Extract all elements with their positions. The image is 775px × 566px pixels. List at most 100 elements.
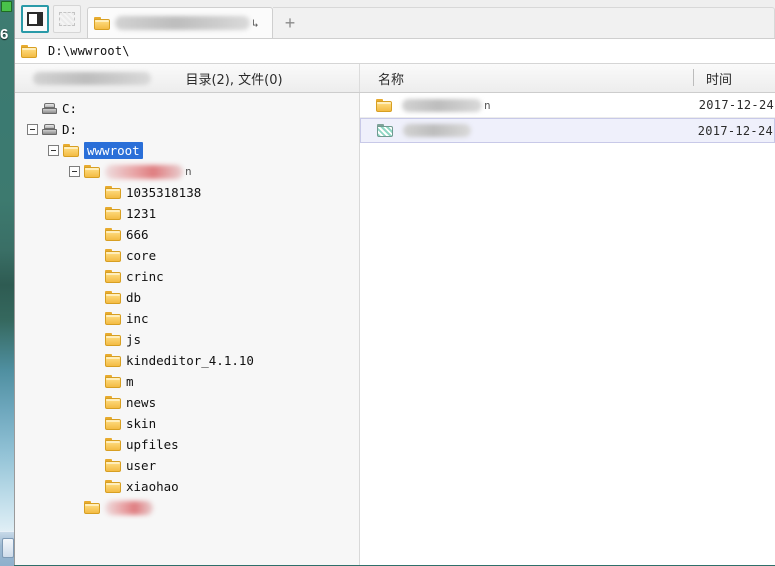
tree-item-label: kindeditor_4.1.10 <box>126 353 254 368</box>
tree-item-label: upfiles <box>126 437 179 452</box>
table-cell-time: 2017-12-24 <box>697 123 773 138</box>
desktop-icon[interactable] <box>1 1 12 12</box>
folder-icon <box>105 207 121 220</box>
folder-icon <box>84 165 100 178</box>
tree-item-label: xiaohao <box>126 479 179 494</box>
folder-icon <box>105 333 121 346</box>
file-manager-window: ↳ + D:\wwwroot\ 目录(2), 文件(0) 名称 时间 C: D: w… <box>14 0 775 565</box>
tree-header-label-redacted <box>33 71 151 85</box>
tree-item-label-redacted <box>105 500 153 515</box>
tab-label-tail: ↳ <box>252 16 259 30</box>
tree-item[interactable]: js <box>15 329 359 350</box>
secondary-pane-toggle-button[interactable] <box>53 5 81 33</box>
tab-strip-empty-area: + <box>273 7 775 38</box>
address-path-text: D:\wwwroot\ <box>48 44 130 58</box>
tree-item[interactable]: D: <box>15 119 359 140</box>
address-bar[interactable]: D:\wwwroot\ <box>15 39 775 64</box>
tree-item-label: 1035318138 <box>126 185 202 200</box>
special-folder-icon <box>377 124 393 137</box>
tree-item[interactable]: inc <box>15 308 359 329</box>
column-header-time[interactable]: 时间 <box>706 69 732 88</box>
tree-item[interactable]: C: <box>15 98 359 119</box>
tab-bar: ↳ + <box>15 0 775 39</box>
tree-item-label: m <box>126 374 134 389</box>
tree-item[interactable]: upfiles <box>15 434 359 455</box>
tree-item[interactable]: wwwroot <box>15 140 359 161</box>
tree-item[interactable]: news <box>15 392 359 413</box>
table-row[interactable]: n 2017-12-24 <box>360 93 775 118</box>
tree-item-label: 1231 <box>126 206 157 221</box>
taskbar[interactable] <box>0 531 14 566</box>
folder-icon <box>21 44 37 58</box>
folder-icon <box>105 291 121 304</box>
desktop-text-glyph: 6 <box>0 26 9 43</box>
table-cell-name-tail: n <box>484 98 491 112</box>
tree-item-label-tail: n <box>185 165 192 178</box>
split-pane-toggle-button[interactable] <box>21 5 49 33</box>
file-list-pane[interactable]: n 2017-12-24 2017-12-24 <box>360 93 775 565</box>
drive-icon <box>42 124 57 135</box>
folder-icon <box>105 354 121 367</box>
list-pane-header: 名称 时间 <box>360 64 775 92</box>
column-header-name[interactable]: 名称 <box>360 69 404 88</box>
window-body: C: D: wwwroot n 1035318138 1231 666 core crinc db… <box>15 93 775 565</box>
tree-item[interactable]: n <box>15 161 359 182</box>
table-cell-name-redacted <box>403 124 471 137</box>
collapse-icon[interactable] <box>27 124 38 135</box>
dashed-pane-icon <box>59 12 75 26</box>
tree-item[interactable]: user <box>15 455 359 476</box>
tree-pane-header: 目录(2), 文件(0) <box>15 64 360 92</box>
tree-item[interactable]: crinc <box>15 266 359 287</box>
folder-icon <box>63 144 79 157</box>
folder-icon <box>105 375 121 388</box>
tree-item[interactable]: xiaohao <box>15 476 359 497</box>
folder-icon <box>105 417 121 430</box>
taskbar-button[interactable] <box>2 538 14 558</box>
tree-item-label: C: <box>62 101 78 116</box>
folder-icon <box>376 98 392 112</box>
tree-item[interactable]: 1231 <box>15 203 359 224</box>
folder-icon <box>105 186 121 199</box>
table-cell-name: n <box>360 98 693 112</box>
folder-icon <box>105 438 121 451</box>
tree-item-label: skin <box>126 416 157 431</box>
tree-item[interactable]: kindeditor_4.1.10 <box>15 350 359 371</box>
split-pane-icon <box>27 12 43 26</box>
folder-icon <box>105 249 121 262</box>
tree-item[interactable]: 666 <box>15 224 359 245</box>
tree-item-label: inc <box>126 311 149 326</box>
folder-icon <box>105 480 121 493</box>
table-cell-time: 2017-12-24 <box>698 98 774 112</box>
collapse-icon[interactable] <box>69 166 80 177</box>
table-cell-name-redacted <box>402 98 482 112</box>
tree-item-label: 666 <box>126 227 149 242</box>
tree-item[interactable] <box>15 497 359 518</box>
column-divider[interactable] <box>693 69 694 86</box>
tree-item[interactable]: db <box>15 287 359 308</box>
tree-item-label: crinc <box>126 269 164 284</box>
directory-file-count-label: 目录(2), 文件(0) <box>185 72 283 88</box>
tab-label-redacted <box>115 16 250 30</box>
folder-icon <box>105 312 121 325</box>
tree-item[interactable]: m <box>15 371 359 392</box>
tree-item-label: D: <box>62 122 78 137</box>
tree-item-label: news <box>126 395 157 410</box>
new-tab-button[interactable]: + <box>273 14 307 32</box>
folder-icon <box>105 228 121 241</box>
folder-icon <box>84 501 100 514</box>
tree-item[interactable]: 1035318138 <box>15 182 359 203</box>
collapse-icon[interactable] <box>48 145 59 156</box>
tree-item[interactable]: core <box>15 245 359 266</box>
table-cell-name <box>361 124 694 137</box>
folder-icon <box>94 16 110 30</box>
tree-item-label-redacted <box>105 164 183 179</box>
column-header-row: 目录(2), 文件(0) 名称 时间 <box>15 64 775 93</box>
tree-item-label: db <box>126 290 142 305</box>
tree-item-label: js <box>126 332 142 347</box>
tab-item-active[interactable]: ↳ <box>87 7 273 38</box>
tree-item[interactable]: skin <box>15 413 359 434</box>
folder-icon <box>105 270 121 283</box>
table-row[interactable]: 2017-12-24 <box>360 118 775 143</box>
directory-tree-pane[interactable]: C: D: wwwroot n 1035318138 1231 666 core crinc db… <box>15 93 360 565</box>
tree-item-label: user <box>126 458 157 473</box>
